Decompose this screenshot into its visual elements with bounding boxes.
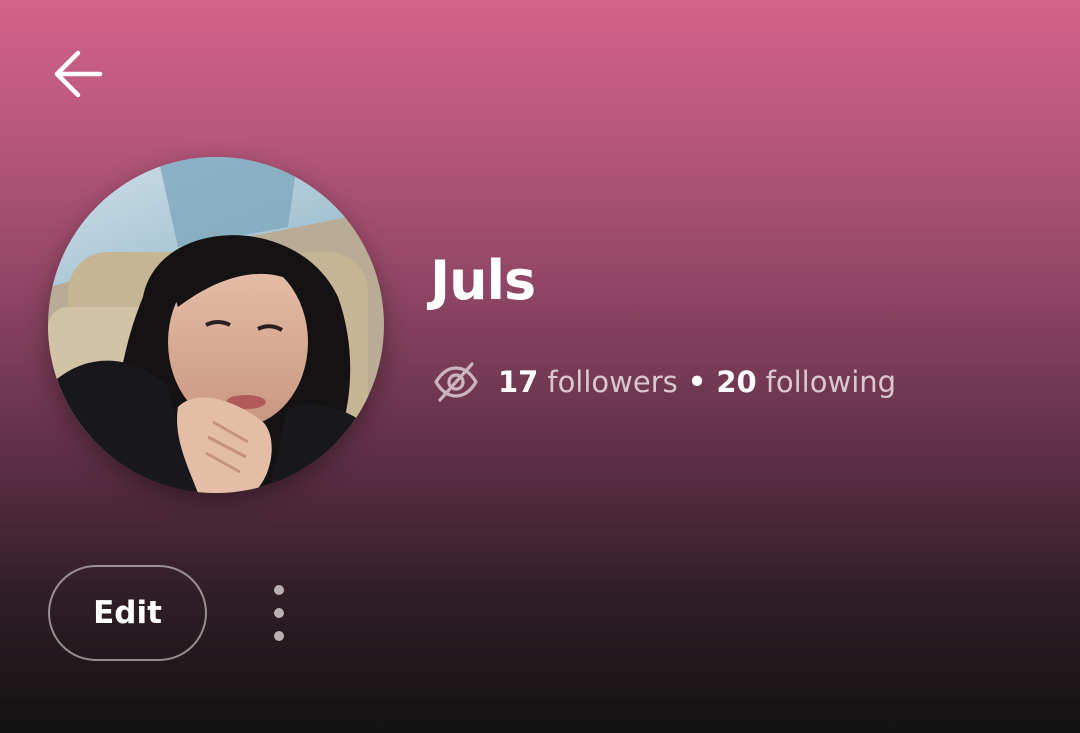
arrow-left-icon bbox=[54, 50, 103, 98]
avatar[interactable] bbox=[48, 157, 384, 493]
edit-button[interactable]: Edit bbox=[48, 565, 207, 661]
profile-screen: Juls 17 followers • 20 following Edit bbox=[0, 0, 1080, 733]
profile-photo bbox=[48, 157, 384, 493]
followers-count[interactable]: 17 bbox=[498, 365, 538, 399]
back-button[interactable] bbox=[40, 36, 116, 112]
following-count[interactable]: 20 bbox=[716, 365, 756, 399]
following-label[interactable]: following bbox=[766, 365, 896, 399]
stats-row: 17 followers • 20 following bbox=[432, 358, 896, 406]
followers-label[interactable]: followers bbox=[547, 365, 677, 399]
stats-separator: • bbox=[687, 365, 707, 399]
eye-slash-icon bbox=[432, 358, 480, 406]
profile-name: Juls bbox=[430, 249, 536, 312]
more-options-button[interactable] bbox=[258, 577, 300, 649]
more-vertical-icon bbox=[274, 585, 284, 641]
